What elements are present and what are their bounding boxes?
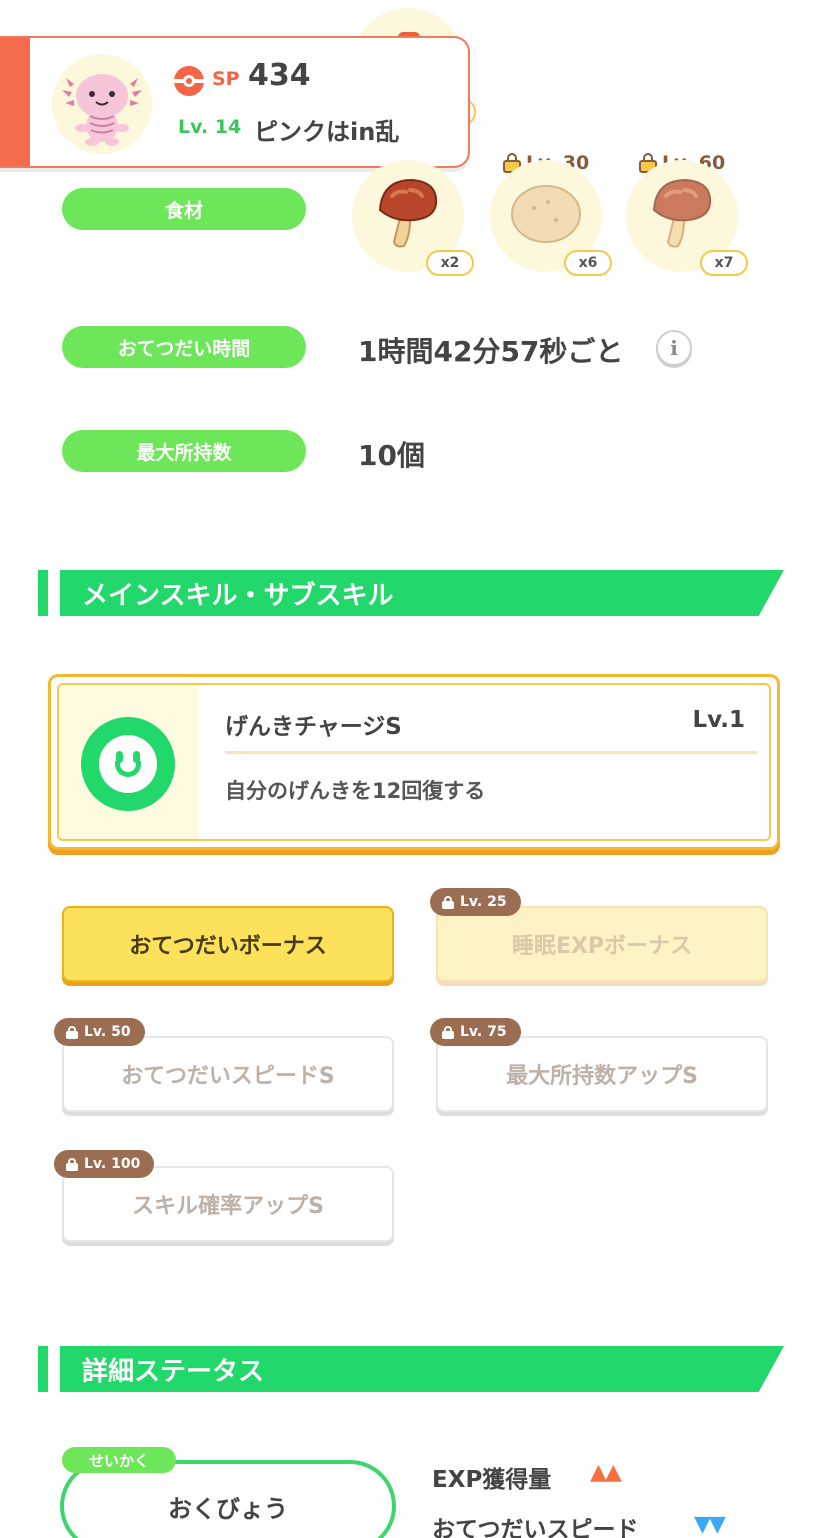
sub-skill-lock-tag-2: Lv. 25 (430, 888, 521, 916)
ingredient-count-3: x7 (700, 250, 748, 276)
lock-icon (442, 895, 454, 909)
sub-skill-button-3[interactable]: おてつだいスピードS (62, 1036, 394, 1112)
sub-skill-unlock-level-4: Lv. 75 (460, 1024, 507, 1040)
main-skill-card-inner: げんきチャージS Lv.1 自分のげんきを12回復する (57, 683, 771, 841)
stat-up-icon: ▲▲ (590, 1460, 622, 1485)
stat-down-icon: ▼▼ (694, 1512, 726, 1537)
divider (225, 751, 757, 754)
help-time-label: おてつだい時間 (62, 326, 306, 368)
smile-icon (81, 717, 175, 811)
nature-effect-label-2: おてつだいスピード (432, 1517, 639, 1538)
sub-skill-lock-tag-3: Lv. 50 (54, 1018, 145, 1046)
main-skill-icon-panel (59, 685, 199, 839)
sub-skill-unlock-level-2: Lv. 25 (460, 894, 507, 910)
skills-section-title: メインスキル・サブスキル (60, 570, 784, 616)
pokeball-icon (174, 66, 204, 96)
section-header-accent (38, 1346, 48, 1392)
ingredients-label: 食材 (62, 188, 306, 230)
max-carry-value: 10個 (358, 439, 425, 472)
wooper-icon (62, 74, 142, 146)
lock-icon (66, 1157, 78, 1171)
ingredient-count-1: x2 (426, 250, 474, 276)
info-icon[interactable]: i (656, 330, 692, 366)
pokemon-name: ピンクはin乱 (254, 118, 400, 146)
nature-tag: せいかく (62, 1447, 176, 1473)
lock-icon (66, 1025, 78, 1039)
nature-value: おくびょう (168, 1494, 288, 1523)
sub-skill-unlock-level-3: Lv. 50 (84, 1024, 131, 1040)
sub-skill-unlock-level-5: Lv. 100 (84, 1156, 141, 1172)
nature-effect-label-1: EXP獲得量 (432, 1467, 552, 1493)
sub-skill-button-1[interactable]: おてつだいボーナス (62, 906, 394, 982)
main-skill-description: 自分のげんきを12回復する (225, 779, 486, 803)
section-header-accent (38, 570, 48, 616)
sp-value: 434 (248, 58, 311, 93)
sp-label: SP (212, 68, 240, 90)
help-time-value: 1時間42分57秒ごと (358, 335, 624, 368)
pokemon-level: Lv. 14 (178, 116, 242, 138)
main-skill-level: Lv.1 (692, 707, 745, 733)
sub-skill-lock-tag-4: Lv. 75 (430, 1018, 521, 1046)
sub-skill-lock-tag-5: Lv. 100 (54, 1150, 155, 1178)
pokemon-header-card: SP 434 Lv. 14 ピンクはin乱 (0, 36, 470, 168)
main-skill-card[interactable]: げんきチャージS Lv.1 自分のげんきを12回復する (48, 674, 780, 850)
sub-skill-button-2[interactable]: 睡眠EXPボーナス (436, 906, 768, 982)
max-carry-label: 最大所持数 (62, 430, 306, 472)
pokemon-avatar (52, 54, 152, 154)
main-skill-name: げんきチャージS (225, 714, 402, 740)
lock-icon (442, 1025, 454, 1039)
sub-skill-button-4[interactable]: 最大所持数アップS (436, 1036, 768, 1112)
details-section-title: 詳細ステータス (60, 1346, 784, 1392)
header-accent-stripe (0, 38, 30, 166)
ingredient-count-2: x6 (564, 250, 612, 276)
